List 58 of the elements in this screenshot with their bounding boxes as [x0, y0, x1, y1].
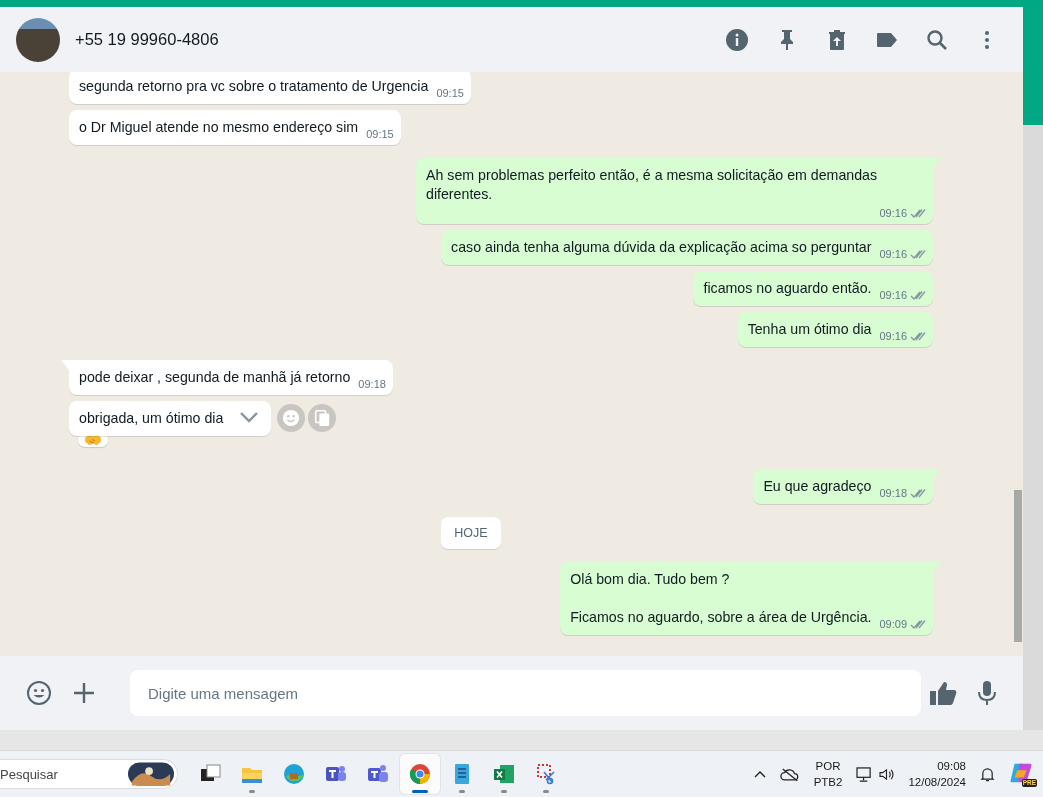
- landscape-icon: [128, 762, 174, 786]
- scrollbar-thumb[interactable]: [1014, 490, 1022, 642]
- search-placeholder: Pesquisar: [0, 766, 58, 782]
- message-time: 09:16: [879, 288, 907, 303]
- incoming-message[interactable]: segunda retorno pra vc sobre o tratamento de Urgencia 09:15: [69, 72, 471, 104]
- copy-icon: [313, 409, 332, 427]
- incoming-message[interactable]: o Dr Miguel atende no mesmo endereço sim 09:15: [69, 110, 401, 145]
- outgoing-message[interactable]: ficamos no aguardo então. 09:16: [693, 271, 933, 306]
- network-icon[interactable]: [856, 766, 874, 782]
- handshake-icon: [84, 433, 102, 447]
- info-icon[interactable]: [725, 27, 749, 52]
- message-time: 09:16: [879, 247, 907, 262]
- message-text: Tenha um ótimo dia: [747, 320, 872, 339]
- message-input[interactable]: Digite uma mensagem: [130, 670, 921, 716]
- message-text: pode deixar , segunda de manhã já retorno: [79, 368, 351, 387]
- message-time: 09:15: [366, 127, 394, 142]
- outgoing-message[interactable]: Olá bom dia. Tudo bem ? Ficamos no aguardo, sobre a área de Urgência. 09:09: [560, 562, 933, 635]
- message-time: 09:09: [879, 617, 907, 632]
- search-icon[interactable]: [925, 27, 949, 52]
- message-text: Ah sem problemas perfeito então, é a mesma solicitação em demandas diferentes.: [426, 166, 879, 204]
- plus-icon[interactable]: [72, 681, 96, 705]
- bell-icon[interactable]: [980, 766, 995, 782]
- message-text: obrigada, um ótimo dia: [79, 409, 224, 428]
- browser-icon: [408, 762, 432, 786]
- scissors-icon: [534, 762, 558, 786]
- cloud-offline-icon[interactable]: [779, 766, 800, 782]
- outgoing-message[interactable]: caso ainda tenha alguma dúvida da explicação acima so perguntar 09:16: [441, 230, 933, 265]
- message-text: Olá bom dia. Tudo bem ? Ficamos no aguardo, sobre a área de Urgência.: [570, 570, 872, 627]
- thumbs-up-icon[interactable]: [929, 680, 957, 706]
- outgoing-message[interactable]: Ah sem problemas perfeito então, é a mesma solicitação em demandas diferentes. 09:16: [416, 158, 933, 224]
- volume-icon[interactable]: [879, 767, 895, 781]
- emoji-icon[interactable]: [26, 680, 52, 706]
- contact-avatar[interactable]: [16, 17, 60, 62]
- message-time: 09:18: [358, 377, 386, 392]
- message-text: segunda retorno pra vc sobre o tratamento de Urgencia: [79, 77, 429, 96]
- spreadsheet-icon: [492, 762, 516, 786]
- taskbar-app-button[interactable]: [400, 754, 440, 794]
- chevron-down-icon[interactable]: [239, 411, 260, 423]
- incoming-message[interactable]: obrigada, um ótimo dia: [69, 401, 272, 436]
- outgoing-message[interactable]: Tenha um ótimo dia 09:16: [737, 312, 933, 347]
- message-time: 09:18: [879, 486, 907, 501]
- message-text: o Dr Miguel atende no mesmo endereço sim: [79, 118, 359, 137]
- message-time: 09:16: [879, 206, 907, 221]
- message-time: 09:16: [879, 329, 907, 344]
- incoming-message[interactable]: pode deixar , segunda de manhã já retorno 09:18: [69, 360, 393, 395]
- microphone-icon[interactable]: [977, 680, 997, 706]
- caret-up-icon[interactable]: [753, 770, 766, 778]
- contact-name[interactable]: +55 19 99960-4806: [75, 30, 710, 49]
- input-language-indicator[interactable]: POR PTB2: [813, 758, 843, 790]
- message-time: 09:15: [436, 86, 464, 101]
- outgoing-message[interactable]: Eu que agradeço 09:18: [753, 469, 933, 504]
- message-text: ficamos no aguardo então.: [703, 279, 872, 298]
- clock[interactable]: 09:08 12/08/2024: [908, 758, 966, 790]
- message-text: caso ainda tenha alguma dúvida da explicação acima so perguntar: [451, 238, 872, 257]
- message-text: Eu que agradeço: [763, 477, 872, 496]
- search-field[interactable]: Pesquisar: [0, 759, 178, 789]
- browser-icon: [282, 762, 306, 786]
- smiley-icon: [282, 409, 301, 427]
